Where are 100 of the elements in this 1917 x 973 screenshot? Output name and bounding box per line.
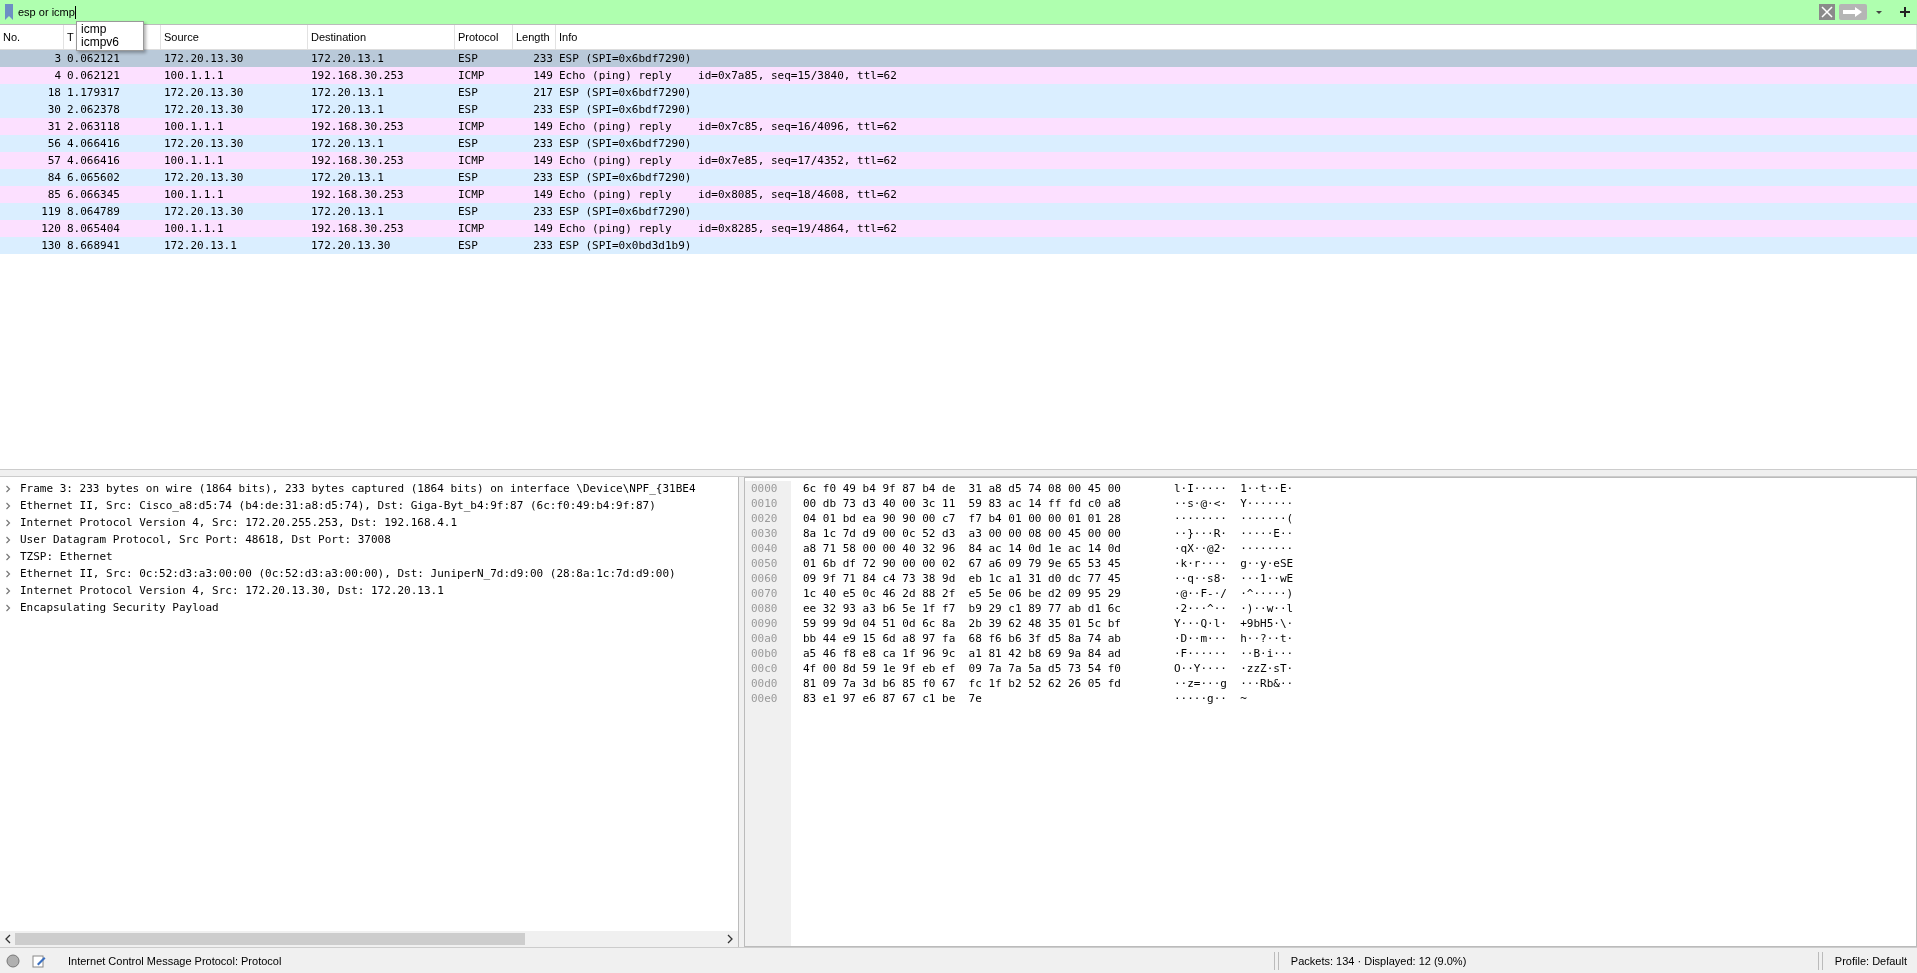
byte-offset: 0090 — [751, 616, 779, 631]
table-cell-text: 192.168.30.253 — [310, 69, 405, 82]
table-cell-text: ESP (SPI=0x6bdf7290) — [558, 86, 693, 99]
ascii-bytes: ········ ·······( — [1174, 511, 1294, 526]
table-cell-text: 192.168.30.253 — [310, 222, 405, 235]
hex-bytes: ee 32 93 a3 b6 5e 1f f7 b9 29 c1 89 77 ab d1 6c — [803, 601, 1122, 616]
byte-offset: 0080 — [751, 601, 779, 616]
table-cell-text: ESP (SPI=0x6bdf7290) — [558, 103, 693, 116]
table-cell-text: 149 — [532, 120, 554, 133]
table-cell-text: 4.066416 — [66, 154, 121, 167]
ascii-bytes: ··}···R· ·····E·· — [1174, 526, 1294, 541]
hex-bytes: 8a 1c 7d d9 00 0c 52 d3 a3 00 00 08 00 45 00 00 — [803, 526, 1122, 541]
table-cell-text: 172.20.13.30 — [163, 103, 245, 116]
hex-bytes: 59 99 9d 04 51 0d 6c 8a 2b 39 62 48 35 01 5c bf — [803, 616, 1122, 631]
table-cell-text: 217 — [532, 86, 554, 99]
hex-bytes: bb 44 e9 15 6d a8 97 fa 68 f6 b6 3f d5 8a 74 ab — [803, 631, 1122, 646]
ascii-bytes: ··z=···g ···Rb&·· — [1174, 676, 1294, 691]
byte-offset: 0020 — [751, 511, 779, 526]
table-cell-text: 100.1.1.1 — [163, 222, 225, 235]
table-cell-text: 4.066416 — [66, 137, 121, 150]
table-cell-text: 85 — [46, 188, 62, 201]
ascii-bytes: ·k·r···· g··y·eSE — [1174, 556, 1294, 571]
table-cell-text: 100.1.1.1 — [163, 154, 225, 167]
table-cell-text: 120 — [40, 222, 62, 235]
table-cell-text: ESP (SPI=0x6bdf7290) — [558, 205, 693, 218]
table-cell-text: Echo (ping) reply id=0x7c85, seq=16/4096, ttl=62 — [558, 120, 898, 133]
byte-offset: 0040 — [751, 541, 779, 556]
hex-bytes: 83 e1 97 e6 87 67 c1 be 7e — [803, 691, 983, 706]
table-cell-text: ESP — [457, 137, 479, 150]
table-cell-text: ESP — [457, 171, 479, 184]
byte-offset: 00c0 — [751, 661, 779, 676]
table-cell-text: 172.20.13.30 — [310, 239, 392, 252]
table-cell-text: ESP (SPI=0x6bdf7290) — [558, 171, 693, 184]
table-cell-text: ICMP — [457, 120, 486, 133]
table-cell-text: ESP — [457, 205, 479, 218]
table-cell-text: ESP — [457, 239, 479, 252]
byte-offset: 0050 — [751, 556, 779, 571]
ascii-bytes: l·I····· 1··t··E· — [1174, 481, 1294, 496]
status-message: Internet Control Message Protocol: Protocol — [68, 954, 283, 967]
table-cell-text: 0.062121 — [66, 52, 121, 65]
byte-offset: 0010 — [751, 496, 779, 511]
byte-offset: 00b0 — [751, 646, 779, 661]
table-cell-text: ESP (SPI=0x6bdf7290) — [558, 137, 693, 150]
byte-offset: 00d0 — [751, 676, 779, 691]
ascii-bytes: O··Y···· ·zzZ·sT· — [1174, 661, 1294, 676]
table-cell-text: 233 — [532, 205, 554, 218]
hex-bytes: a5 46 f8 e8 ca 1f 96 9c a1 81 42 b8 69 9a 84 ad — [803, 646, 1122, 661]
table-cell-text: 4 — [53, 69, 62, 82]
table-cell-text: 172.20.13.1 — [310, 103, 385, 116]
table-cell-text: 172.20.13.1 — [310, 52, 385, 65]
ascii-bytes: ·2···^·· ·)··w··l — [1174, 601, 1294, 616]
table-cell-text: ICMP — [457, 154, 486, 167]
packet-count: Packets: 134 · Displayed: 12 (9.0%) — [1290, 954, 1468, 967]
byte-offset: 0000 — [751, 481, 779, 496]
byte-offset: 0070 — [751, 586, 779, 601]
table-cell-text: 192.168.30.253 — [310, 154, 405, 167]
table-cell-text: ICMP — [457, 222, 486, 235]
byte-offset: 0030 — [751, 526, 779, 541]
table-cell-text: 84 — [46, 171, 62, 184]
table-cell-text: 31 — [46, 120, 62, 133]
ascii-bytes: Y···Q·l· +9bH5·\· — [1174, 616, 1294, 631]
table-cell-text: 3 — [53, 52, 62, 65]
hex-bytes: 6c f0 49 b4 9f 87 b4 de 31 a8 d5 74 08 00 45 00 — [803, 481, 1122, 496]
table-cell-text: 172.20.13.30 — [163, 86, 245, 99]
table-cell-text: 149 — [532, 69, 554, 82]
table-cell-text: 1.179317 — [66, 86, 121, 99]
table-cell-text: 172.20.13.1 — [310, 171, 385, 184]
byte-offset: 00e0 — [751, 691, 779, 706]
hex-bytes: 1c 40 e5 0c 46 2d 88 2f e5 5e 06 be d2 09 95 29 — [803, 586, 1122, 601]
table-cell-text: 130 — [40, 239, 62, 252]
table-cell-text: 8.064789 — [66, 205, 121, 218]
table-cell-text: ESP — [457, 86, 479, 99]
table-cell-text: 172.20.13.1 — [310, 137, 385, 150]
table-cell-text: ESP (SPI=0x0bd3d1b9) — [558, 239, 693, 252]
table-cell-text: 172.20.13.30 — [163, 137, 245, 150]
table-cell-text: 6.065602 — [66, 171, 121, 184]
ascii-bytes: ·F······ ··B·i··· — [1174, 646, 1294, 661]
table-cell-text: ICMP — [457, 69, 486, 82]
table-cell-text: 172.20.13.1 — [163, 239, 238, 252]
table-cell-text: 172.20.13.30 — [163, 52, 245, 65]
ascii-bytes: ··s·@·<· Y······· — [1174, 496, 1294, 511]
table-cell-text: 233 — [532, 171, 554, 184]
table-cell-text: 149 — [532, 222, 554, 235]
table-cell-text: 0.062121 — [66, 69, 121, 82]
table-cell-text: 172.20.13.1 — [310, 205, 385, 218]
table-cell-text: 233 — [532, 103, 554, 116]
byte-offset: 00a0 — [751, 631, 779, 646]
table-cell-text: 2.063118 — [66, 120, 121, 133]
ascii-bytes: ··q··s8· ···1··wE — [1174, 571, 1294, 586]
table-cell-text: 233 — [532, 137, 554, 150]
hex-bytes: 09 9f 71 84 c4 73 38 9d eb 1c a1 31 d0 dc 77 45 — [803, 571, 1122, 586]
hex-bytes: a8 71 58 00 00 40 32 96 84 ac 14 0d 1e ac 14 0d — [803, 541, 1122, 556]
table-cell-text: 233 — [532, 52, 554, 65]
table-cell-text: 149 — [532, 154, 554, 167]
table-cell-text: Echo (ping) reply id=0x8285, seq=19/4864, ttl=62 — [558, 222, 898, 235]
byte-offset: 0060 — [751, 571, 779, 586]
table-cell-text: 8.668941 — [66, 239, 121, 252]
table-cell-text: ESP (SPI=0x6bdf7290) — [558, 52, 693, 65]
table-cell-text: 172.20.13.1 — [310, 86, 385, 99]
table-cell-text: 172.20.13.30 — [163, 171, 245, 184]
